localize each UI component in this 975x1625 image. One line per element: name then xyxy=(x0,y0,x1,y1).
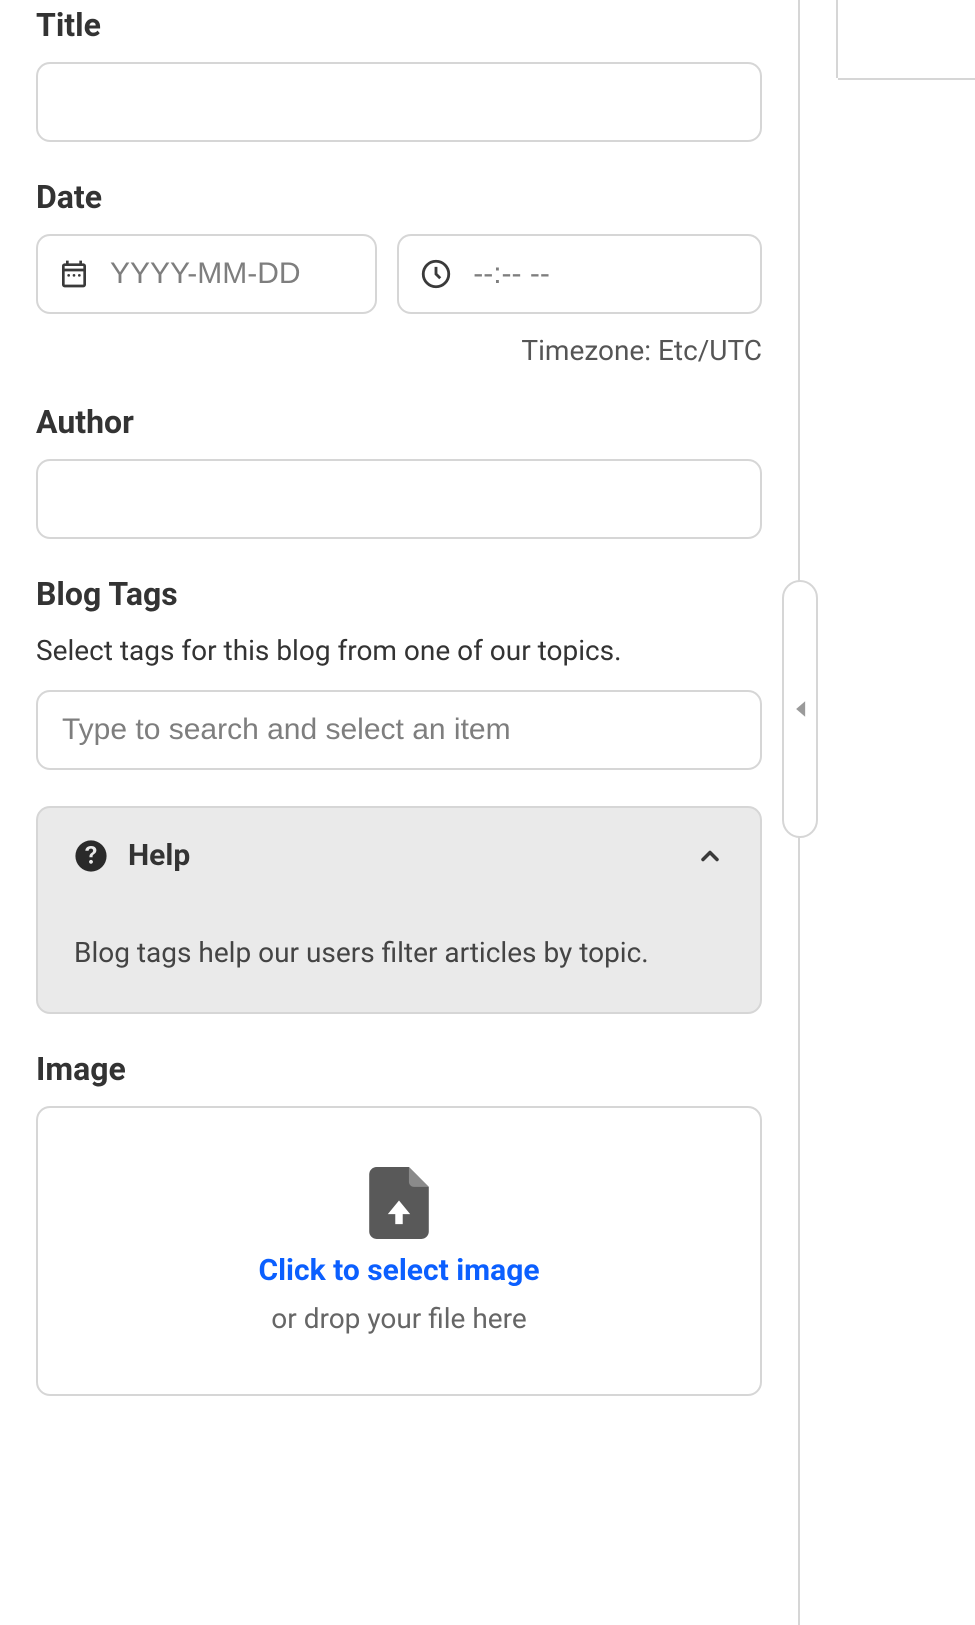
date-row xyxy=(36,234,762,314)
image-upload-sub: or drop your file here xyxy=(271,1302,526,1335)
clock-icon xyxy=(419,257,453,291)
tags-field-group: Blog Tags Select tags for this blog from… xyxy=(36,575,762,1014)
title-field-group: Title xyxy=(36,6,762,142)
author-field-group: Author xyxy=(36,403,762,539)
time-input-wrapper[interactable] xyxy=(397,234,762,314)
tags-label: Blog Tags xyxy=(36,575,762,613)
side-top-border xyxy=(800,0,838,78)
help-icon xyxy=(74,839,108,873)
form-panel: Title Date xyxy=(0,0,800,1625)
help-title: Help xyxy=(128,838,676,873)
timezone-label: Timezone: Etc/UTC xyxy=(36,334,762,367)
author-label: Author xyxy=(36,403,762,441)
image-field-group: Image Click to select image or drop your… xyxy=(36,1050,762,1396)
title-label: Title xyxy=(36,6,762,44)
time-input[interactable] xyxy=(473,257,740,291)
date-field-group: Date Tim xyxy=(36,178,762,367)
image-label: Image xyxy=(36,1050,762,1088)
tags-description: Select tags for this blog from one of ou… xyxy=(36,631,762,670)
date-input[interactable] xyxy=(110,257,355,291)
help-toggle[interactable]: Help xyxy=(74,838,724,873)
file-upload-icon xyxy=(369,1167,429,1239)
image-upload-area[interactable]: Click to select image or drop your file … xyxy=(36,1106,762,1396)
help-body: Blog tags help our users filter articles… xyxy=(74,933,724,972)
help-panel: Help Blog tags help our users filter art… xyxy=(36,806,762,1014)
author-input[interactable] xyxy=(36,459,762,539)
collapse-handle[interactable] xyxy=(782,580,818,838)
image-upload-cta: Click to select image xyxy=(258,1253,539,1288)
tags-search-input[interactable] xyxy=(36,690,762,770)
calendar-icon xyxy=(58,258,90,290)
date-label: Date xyxy=(36,178,762,216)
chevron-left-icon xyxy=(793,700,807,718)
chevron-up-icon xyxy=(696,842,724,870)
date-input-wrapper[interactable] xyxy=(36,234,377,314)
title-input[interactable] xyxy=(36,62,762,142)
side-divider xyxy=(838,78,975,80)
side-region xyxy=(800,0,975,1625)
